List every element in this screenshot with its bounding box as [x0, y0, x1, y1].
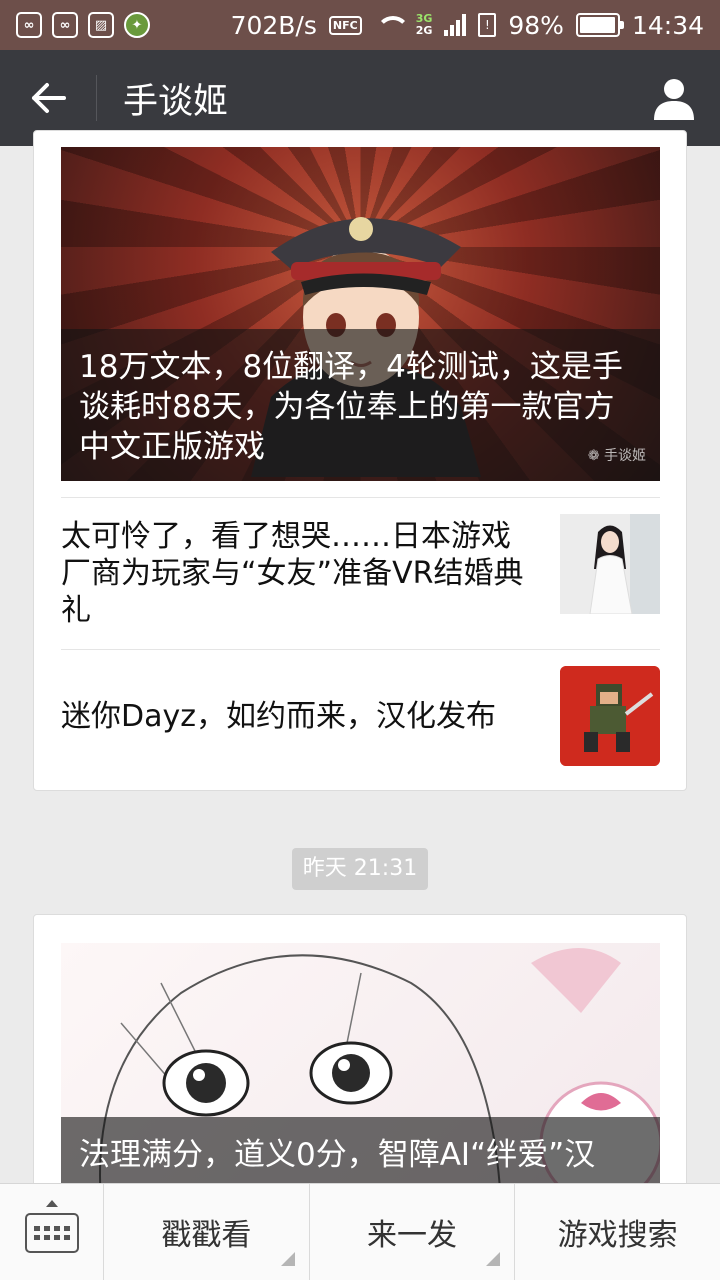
menu-item-random[interactable]: 来一发 — [310, 1184, 516, 1280]
hero-caption: 18万文本，8位翻译，4轮测试，这是手谈耗时88天，为各位奉上的第一款官方中文正… — [61, 329, 660, 481]
bottom-menu: 戳戳看 来一发 游戏搜索 — [0, 1183, 720, 1280]
signal-icon — [444, 14, 467, 36]
menu-item-label: 游戏搜索 — [557, 1218, 678, 1253]
list-item-thumbnail — [560, 666, 660, 766]
battery-icon — [575, 13, 624, 37]
list-item-thumbnail — [560, 514, 660, 614]
keyboard-toggle-button[interactable] — [0, 1184, 104, 1280]
link-app-icon-2: ∞ — [52, 12, 78, 38]
profile-button[interactable] — [652, 76, 696, 120]
nfc-icon: NFC — [328, 15, 362, 35]
keyboard-icon — [24, 1212, 79, 1253]
network-speed: 702B/s — [230, 10, 317, 40]
list-item-title: 迷你Dayz，如约而来，汉化发布 — [61, 699, 496, 734]
timestamp-badge: 昨天 21:31 — [292, 848, 428, 890]
status-bar: ∞ ∞ ▨ ✦ 702B/s NFC 3G 2G ! 98% 14:34 — [0, 0, 720, 50]
submenu-indicator-icon — [280, 1252, 295, 1266]
watermark: ❁ 手谈姬 — [587, 448, 646, 464]
article-card[interactable]: 法理满分，道义0分，智障AI“绊爱”汉 — [33, 914, 687, 1214]
clock: 14:34 — [631, 10, 704, 40]
list-item-title: 太可怜了，看了想哭……日本游戏厂商为玩家与“女友”准备VR结婚典礼 — [61, 519, 524, 628]
battery-percent: 98% — [508, 10, 564, 40]
arrow-up-icon — [46, 1200, 58, 1207]
wifi-icon — [374, 14, 410, 36]
menu-item-label: 戳戳看 — [161, 1218, 252, 1253]
game-character-image — [560, 666, 660, 766]
article-card[interactable]: 18万文本，8位翻译，4轮测试，这是手谈耗时88天，为各位奉上的第一款官方中文正… — [33, 130, 687, 791]
list-item[interactable]: 太可怜了，看了想哭……日本游戏厂商为玩家与“女友”准备VR结婚典礼 — [61, 497, 660, 649]
menu-item-game-search[interactable]: 游戏搜索 — [515, 1184, 720, 1280]
hero-article[interactable]: 18万文本，8位翻译，4轮测试，这是手谈耗时88天，为各位奉上的第一款官方中文正… — [61, 147, 660, 481]
menu-item-label: 来一发 — [367, 1218, 457, 1253]
page-title: 手谈姬 — [123, 81, 229, 122]
link-app-icon: ∞ — [16, 12, 42, 38]
sim-icon: ! — [478, 13, 497, 37]
game-app-icon: ✦ — [124, 12, 150, 38]
header-divider — [96, 75, 97, 121]
network-type: 3G 2G — [415, 12, 433, 37]
user-icon — [654, 79, 694, 120]
hero-title: 法理满分，道义0分，智障AI“绊爱”汉 — [79, 1137, 596, 1173]
menu-item-poke[interactable]: 戳戳看 — [104, 1184, 310, 1280]
list-item[interactable]: 迷你Dayz，如约而来，汉化发布 — [61, 649, 660, 792]
submenu-indicator-icon — [486, 1252, 501, 1266]
hero-article[interactable]: 法理满分，道义0分，智障AI“绊爱”汉 — [61, 943, 660, 1203]
notification-icons: ∞ ∞ ▨ ✦ — [0, 12, 150, 38]
back-arrow-icon — [32, 83, 66, 113]
image-icon: ▨ — [88, 12, 114, 38]
hero-title: 18万文本，8位翻译，4轮测试，这是手谈耗时88天，为各位奉上的第一款官方中文正… — [79, 349, 623, 465]
bride-image — [560, 514, 660, 614]
